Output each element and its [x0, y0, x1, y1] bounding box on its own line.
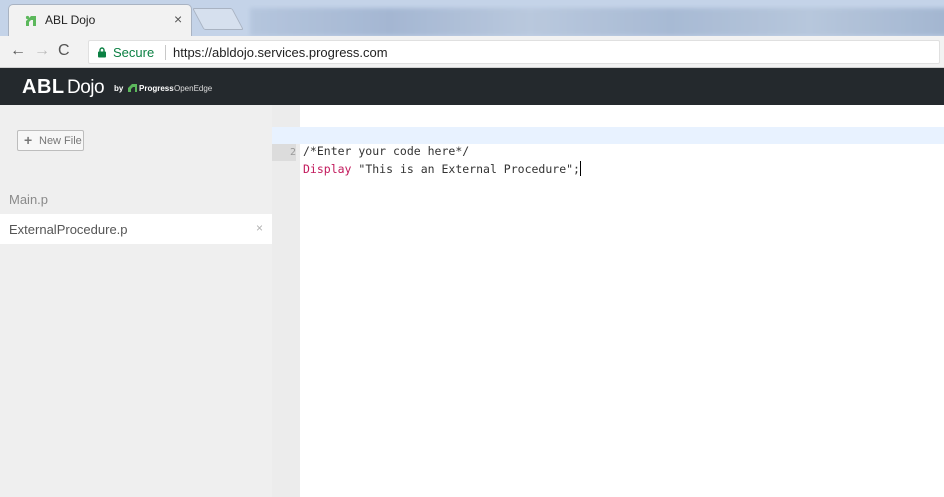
- file-item-main[interactable]: Main.p: [0, 184, 272, 214]
- brand-progress: Progress: [139, 84, 174, 93]
- code-line-active[interactable]: 2 Display "This is an External Procedure…: [272, 127, 944, 176]
- file-name: Main.p: [9, 192, 49, 207]
- address-divider: [165, 45, 166, 60]
- brand-by: by: [114, 84, 124, 93]
- app-header: ABL Dojo by Progress OpenEdge: [0, 68, 944, 105]
- new-file-button[interactable]: + New File: [17, 130, 84, 151]
- progress-favicon-icon: [25, 15, 36, 26]
- background-tabs[interactable]: [250, 8, 944, 36]
- terminator-token: ;: [573, 162, 580, 176]
- new-tab-button[interactable]: [192, 8, 244, 30]
- secure-label: Secure: [113, 45, 155, 60]
- forward-arrow-icon[interactable]: →: [34, 43, 50, 59]
- text-cursor: [579, 161, 581, 176]
- plus-icon: +: [24, 132, 33, 148]
- tab-close-icon[interactable]: ×: [174, 11, 182, 27]
- new-file-label: New File: [39, 135, 82, 147]
- url-text[interactable]: https://abldojo.services.progress.com: [173, 45, 388, 60]
- code-editor[interactable]: 1 /*Enter your code here*/ 2 Display "Th…: [272, 105, 944, 497]
- browser-toolbar: ← → C Secure https://abldojo.services.pr…: [0, 36, 944, 68]
- tab-title: ABL Dojo: [45, 13, 96, 27]
- browser-tab-abl-dojo[interactable]: ABL Dojo ×: [8, 4, 192, 36]
- back-arrow-icon[interactable]: ←: [10, 43, 26, 59]
- code-text: Display "This is an External Procedure";: [303, 161, 581, 178]
- brand-dojo: Dojo: [67, 77, 105, 98]
- code-line[interactable]: 1 /*Enter your code here*/: [272, 109, 944, 158]
- file-name: ExternalProcedure.p: [9, 222, 128, 237]
- lock-icon: [98, 47, 106, 58]
- comment-text: /*Enter your code here*/: [303, 144, 470, 158]
- close-file-icon[interactable]: ×: [256, 221, 263, 235]
- file-sidebar: + New File Main.p ExternalProcedure.p ×: [0, 105, 272, 497]
- brand-abl: ABL: [22, 76, 65, 98]
- file-item-external-procedure[interactable]: ExternalProcedure.p ×: [0, 214, 272, 244]
- progress-logo-icon: [128, 84, 137, 92]
- keyword-token: Display: [303, 162, 352, 176]
- brand-openedge: OpenEdge: [174, 84, 213, 93]
- line-number: 2: [272, 144, 296, 161]
- code-text: /*Enter your code here*/: [303, 143, 469, 160]
- browser-tab-strip: ABL Dojo ×: [0, 0, 944, 36]
- address-bar[interactable]: Secure https://abldojo.services.progress…: [88, 40, 940, 64]
- string-token: "This is an External Procedure": [358, 162, 574, 176]
- reload-icon[interactable]: C: [58, 43, 70, 59]
